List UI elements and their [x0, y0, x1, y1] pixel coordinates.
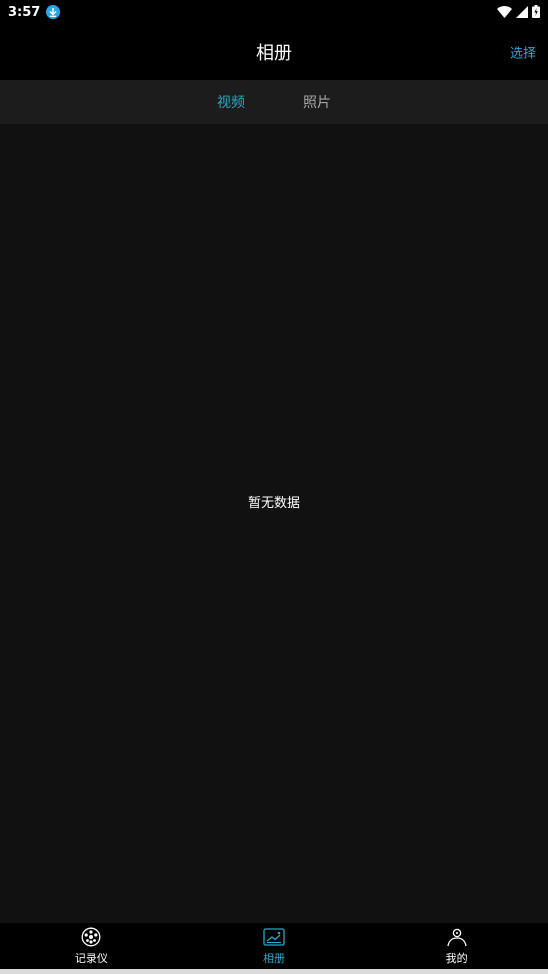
nav-item-album[interactable]: 相册 — [183, 923, 366, 969]
nav-label-album: 相册 — [263, 952, 285, 965]
tab-videos[interactable]: 视频 — [215, 88, 247, 116]
status-time: 3:57 — [8, 4, 41, 20]
download-icon — [46, 5, 61, 19]
battery-icon — [532, 3, 540, 22]
nav-label-dashcam: 记录仪 — [74, 952, 108, 965]
app-screen: 3:57 相册 选择 视频 照片 暂无数据 记录仪 相册 我的 — [0, 0, 548, 974]
nav-label-profile: 我的 — [445, 952, 468, 965]
select-button[interactable]: 选择 — [510, 43, 536, 62]
signal-icon — [516, 3, 528, 22]
bottom-nav: 记录仪 相册 我的 — [0, 923, 548, 969]
app-bar: 相册 选择 — [0, 24, 548, 80]
status-right — [497, 3, 540, 22]
nav-item-profile[interactable]: 我的 — [365, 923, 548, 969]
system-nav-strip — [0, 969, 548, 974]
media-list-area: 暂无数据 — [0, 124, 548, 923]
empty-state-text: 暂无数据 — [247, 496, 300, 511]
status-left: 3:57 — [8, 4, 61, 20]
nav-item-dashcam[interactable]: 记录仪 — [0, 923, 183, 969]
profile-icon — [446, 926, 468, 948]
status-bar: 3:57 — [0, 0, 548, 24]
wifi-icon — [497, 3, 512, 22]
album-icon — [263, 926, 285, 948]
page-title: 相册 — [256, 43, 292, 64]
media-tabs: 视频 照片 — [0, 80, 548, 124]
tab-photos[interactable]: 照片 — [301, 88, 333, 116]
dashcam-icon — [80, 926, 102, 948]
